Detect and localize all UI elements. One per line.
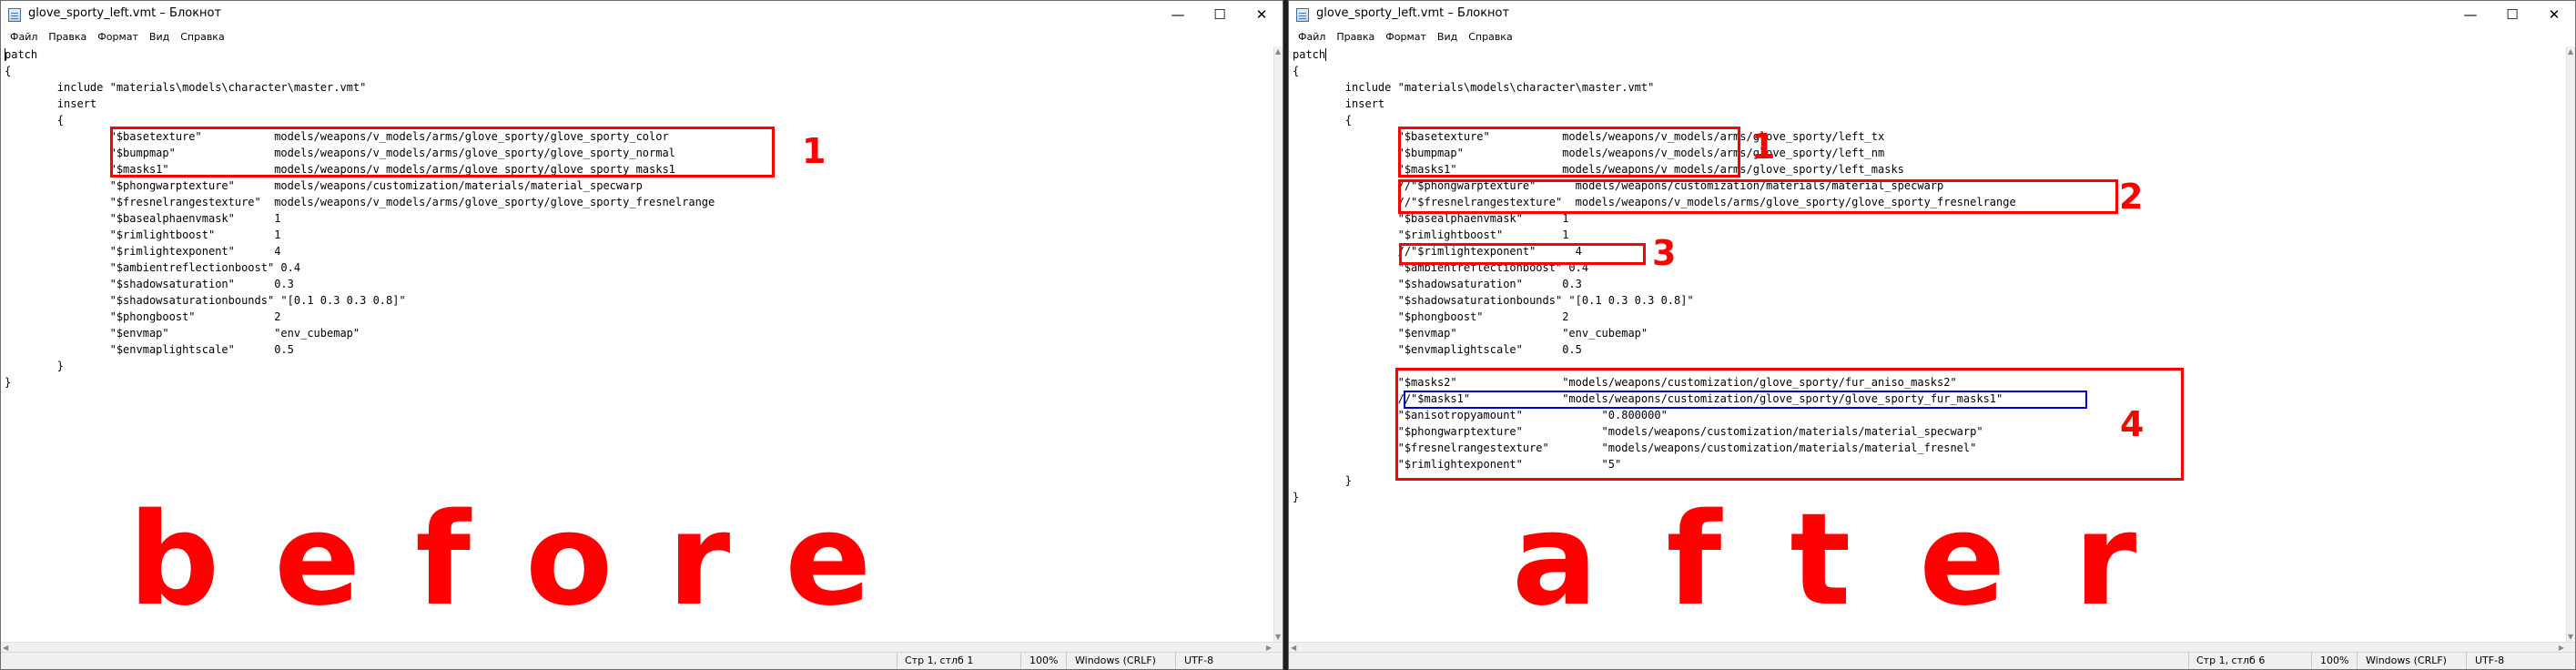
code-line: } xyxy=(5,360,65,372)
menu-help[interactable]: Справка xyxy=(175,28,229,46)
status-bar: Стр 1, стлб 1 100% Windows (CRLF) UTF-8 xyxy=(1,652,1283,669)
caption-after: after xyxy=(1512,486,2206,634)
scroll-down-icon[interactable]: ▼ xyxy=(1275,633,1281,641)
code-line: "$envmap" "env_cubemap" xyxy=(5,327,360,340)
code-line: insert xyxy=(5,97,97,110)
scroll-down-icon[interactable]: ▼ xyxy=(2568,633,2573,641)
menu-bar: Файл Правка Формат Вид Справка xyxy=(1,28,1283,46)
scroll-up-icon[interactable]: ▲ xyxy=(1275,47,1281,56)
annotation-label-4: 4 xyxy=(2120,404,2145,444)
code-line: "$envmaplightscale" 0.5 xyxy=(5,343,294,356)
annotation-label-3: 3 xyxy=(1652,233,1677,273)
code-line: "$envmaplightscale" 0.5 xyxy=(1293,343,1582,356)
highlight-box-blue xyxy=(1404,391,2087,409)
highlight-box-2 xyxy=(1398,179,2118,214)
menu-file[interactable]: Файл xyxy=(5,28,43,46)
scroll-left-icon[interactable]: ◀ xyxy=(1291,644,1296,652)
code-line: { xyxy=(1293,114,1353,127)
maximize-button[interactable]: ☐ xyxy=(2491,1,2533,28)
code-line: "$envmap" "env_cubemap" xyxy=(1293,327,1648,340)
code-line: include "materials\models\character\mast… xyxy=(1293,81,1655,94)
code-line: } xyxy=(5,376,12,389)
code-line: "$rimlightboost" 1 xyxy=(1293,228,1569,241)
code-line: "$shadowsaturation" 0.3 xyxy=(5,278,294,290)
annotation-label-1: 1 xyxy=(1751,127,1776,167)
title-bar[interactable]: glove_sporty_left.vmt – Блокнот — ☐ ✕ xyxy=(1289,1,2575,28)
maximize-icon: ☐ xyxy=(1213,6,1226,23)
annotation-label-2: 2 xyxy=(2119,177,2144,217)
encoding: UTF-8 xyxy=(2475,655,2505,666)
vertical-scrollbar[interactable]: ▲ ▼ xyxy=(2566,46,2575,642)
cursor-position: Стр 1, стлб 1 xyxy=(905,655,974,666)
cursor-position: Стр 1, стлб 6 xyxy=(2196,655,2266,666)
menu-edit[interactable]: Правка xyxy=(43,28,92,46)
code-line: patch xyxy=(1293,48,1326,61)
notepad-window-before: glove_sporty_left.vmt – Блокнот — ☐ ✕ Фа… xyxy=(0,0,1283,670)
code-line: "$phongboost" 2 xyxy=(1293,310,1569,323)
menu-view[interactable]: Вид xyxy=(144,28,175,46)
maximize-icon: ☐ xyxy=(2506,6,2519,23)
vertical-scrollbar[interactable]: ▲ ▼ xyxy=(1273,46,1283,642)
highlight-box-1 xyxy=(1398,127,1740,178)
code-line: "$shadowsaturationbounds" "[0.1 0.3 0.3 … xyxy=(1293,294,1694,307)
scroll-left-icon[interactable]: ◀ xyxy=(3,644,8,652)
notepad-window-after: glove_sporty_left.vmt – Блокнот — ☐ ✕ Фа… xyxy=(1288,0,2576,670)
menu-bar: Файл Правка Формат Вид Справка xyxy=(1289,28,2575,46)
line-ending: Windows (CRLF) xyxy=(2366,655,2447,666)
menu-view[interactable]: Вид xyxy=(1432,28,1463,46)
code-line: "$ambientreflectionboost" 0.4 xyxy=(5,261,301,274)
notepad-icon xyxy=(1296,8,1309,22)
code-line: "$fresnelrangestexture" models/weapons/v… xyxy=(5,196,715,208)
code-line: "$rimlightexponent" 4 xyxy=(5,245,281,258)
code-line: include "materials\models\character\mast… xyxy=(5,81,367,94)
scroll-up-icon[interactable]: ▲ xyxy=(2568,47,2573,56)
close-button[interactable]: ✕ xyxy=(1241,1,1283,28)
encoding: UTF-8 xyxy=(1184,655,1214,666)
maximize-button[interactable]: ☐ xyxy=(1199,1,1241,28)
title-bar[interactable]: glove_sporty_left.vmt – Блокнот — ☐ ✕ xyxy=(1,1,1283,28)
menu-format[interactable]: Формат xyxy=(1380,28,1432,46)
notepad-icon xyxy=(8,8,21,22)
menu-edit[interactable]: Правка xyxy=(1331,28,1380,46)
annotation-label-1: 1 xyxy=(802,131,827,171)
menu-format[interactable]: Формат xyxy=(92,28,144,46)
code-line: } xyxy=(1293,474,1353,487)
code-line: "$basealphaenvmask" 1 xyxy=(5,212,281,225)
minimize-button[interactable]: — xyxy=(2449,1,2491,28)
highlight-box-1 xyxy=(110,127,775,178)
window-title: glove_sporty_left.vmt – Блокнот xyxy=(28,6,222,20)
code-line: patch xyxy=(5,48,38,61)
code-line: } xyxy=(1293,491,1300,503)
scroll-right-icon[interactable]: ▶ xyxy=(2559,644,2564,652)
highlight-box-4 xyxy=(1395,368,2184,481)
minimize-button[interactable]: — xyxy=(1157,1,1199,28)
line-ending: Windows (CRLF) xyxy=(1075,655,1156,666)
minimize-icon: — xyxy=(1171,6,1185,23)
close-button[interactable]: ✕ xyxy=(2533,1,2575,28)
code-line: { xyxy=(5,114,65,127)
close-icon: ✕ xyxy=(1255,6,1268,23)
window-title: glove_sporty_left.vmt – Блокнот xyxy=(1316,6,1510,20)
code-line: { xyxy=(5,65,12,77)
text-caret xyxy=(1325,48,1326,61)
menu-file[interactable]: Файл xyxy=(1293,28,1331,46)
code-line: "$shadowsaturationbounds" "[0.1 0.3 0.3 … xyxy=(5,294,406,307)
highlight-box-3 xyxy=(1399,243,1646,265)
status-bar: Стр 1, стлб 6 100% Windows (CRLF) UTF-8 xyxy=(1289,652,2575,669)
code-line: "$phongboost" 2 xyxy=(5,310,281,323)
caption-before: before xyxy=(128,486,927,634)
scroll-right-icon[interactable]: ▶ xyxy=(1266,644,1272,652)
menu-help[interactable]: Справка xyxy=(1463,28,1517,46)
code-line: "$rimlightboost" 1 xyxy=(5,228,281,241)
minimize-icon: — xyxy=(2463,6,2478,23)
code-line: "$phongwarptexture" models/weapons/custo… xyxy=(5,179,643,192)
zoom-level: 100% xyxy=(2320,655,2349,666)
code-line: insert xyxy=(1293,97,1385,110)
code-line: "$shadowsaturation" 0.3 xyxy=(1293,278,1582,290)
code-line: { xyxy=(1293,65,1300,77)
zoom-level: 100% xyxy=(1029,655,1059,666)
close-icon: ✕ xyxy=(2548,6,2561,23)
